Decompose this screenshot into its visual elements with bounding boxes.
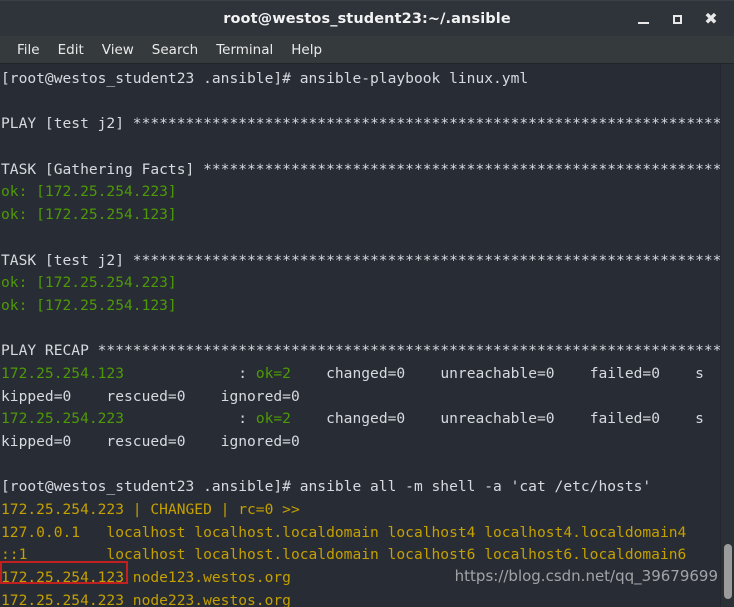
terminal-line: 172.25.254.223 | CHANGED | rc=0 >> bbox=[1, 499, 720, 522]
terminal-text: PLAY RECAP *****************************… bbox=[1, 342, 720, 360]
terminal-line: 172.25.254.123 : ok=2 changed=0 unreacha… bbox=[1, 363, 720, 386]
terminal-line: 172.25.254.223 : ok=2 changed=0 unreacha… bbox=[1, 408, 720, 431]
title-bar: root@westos_student23:~/.ansible ✖ bbox=[0, 0, 734, 36]
window-controls: ✖ bbox=[626, 1, 728, 37]
terminal-text: ok: [172.25.254.223] bbox=[1, 183, 177, 201]
terminal-text: 172.25.254.223 node223.westos.org bbox=[1, 591, 291, 607]
terminal-text: kipped=0 rescued=0 ignored=0 bbox=[1, 433, 300, 450]
terminal-line: 127.0.0.1 localhost localhost.localdomai… bbox=[1, 522, 720, 545]
minimize-button[interactable] bbox=[626, 1, 660, 37]
terminal-line: ok: [172.25.254.223] bbox=[1, 181, 720, 204]
scrollbar-thumb[interactable] bbox=[724, 544, 732, 599]
terminal-text: ok: [172.25.254.223] bbox=[1, 274, 177, 292]
terminal-text: [root@westos_student23 .ansible]# ansibl… bbox=[1, 70, 529, 87]
menu-item-file[interactable]: File bbox=[8, 39, 49, 61]
menu-bar: File Edit View Search Terminal Help bbox=[0, 36, 734, 64]
terminal-line: 172.25.254.223 node223.westos.org bbox=[1, 590, 720, 607]
terminal-line: TASK [Gathering Facts] *****************… bbox=[1, 159, 720, 182]
close-button[interactable]: ✖ bbox=[694, 1, 728, 37]
terminal-text: kipped=0 rescued=0 ignored=0 bbox=[1, 387, 300, 405]
terminal-text: : bbox=[124, 364, 256, 382]
terminal-text: ::1 localhost localhost.localdomain loca… bbox=[1, 546, 687, 564]
maximize-icon bbox=[672, 14, 682, 24]
terminal-text: changed=0 unreachable=0 failed=0 s bbox=[290, 364, 704, 382]
terminal-line: PLAY RECAP *****************************… bbox=[1, 340, 720, 363]
close-icon: ✖ bbox=[704, 9, 718, 28]
window-title: root@westos_student23:~/.ansible bbox=[223, 10, 511, 27]
terminal-window: root@westos_student23:~/.ansible ✖ File … bbox=[0, 0, 734, 607]
terminal-line: ok: [172.25.254.123] bbox=[1, 295, 720, 318]
terminal-line: [root@westos_student23 .ansible]# ansibl… bbox=[1, 476, 720, 499]
terminal-text: ok=2 bbox=[255, 410, 291, 428]
terminal-line: [root@westos_student23 .ansible]# ansibl… bbox=[1, 68, 720, 91]
terminal-screen[interactable]: [root@westos_student23 .ansible]# ansibl… bbox=[0, 64, 720, 607]
terminal-text: 172.25.254.123 bbox=[1, 364, 125, 382]
terminal-text: 172.25.254.223 bbox=[1, 410, 125, 428]
terminal-text: ok: [172.25.254.123] bbox=[1, 296, 177, 314]
terminal-text: TASK [Gathering Facts] *****************… bbox=[1, 160, 720, 178]
terminal-line: TASK [test j2] *************************… bbox=[1, 250, 720, 273]
terminal-text: 172.25.254.123 node123.westos.org bbox=[1, 569, 291, 587]
terminal-line: PLAY [test j2] *************************… bbox=[1, 113, 720, 136]
menu-item-search[interactable]: Search bbox=[143, 39, 207, 61]
terminal-text: [root@westos_student23 .ansible]# ansibl… bbox=[1, 478, 652, 496]
terminal-text: 127.0.0.1 localhost localhost.localdomai… bbox=[1, 523, 687, 541]
menu-item-edit[interactable]: Edit bbox=[49, 39, 93, 61]
terminal-text: ok: [172.25.254.123] bbox=[1, 206, 177, 224]
menu-item-help[interactable]: Help bbox=[282, 39, 331, 61]
terminal-text: changed=0 unreachable=0 failed=0 s bbox=[290, 410, 704, 428]
terminal-line: kipped=0 rescued=0 ignored=0 bbox=[1, 431, 720, 454]
terminal-text: PLAY [test j2] *************************… bbox=[1, 115, 720, 133]
terminal-text: ok=2 bbox=[255, 364, 291, 382]
terminal-line: 172.25.254.123 node123.westos.org bbox=[1, 567, 720, 590]
terminal-line: ok: [172.25.254.123] bbox=[1, 204, 720, 227]
terminal-text: TASK [test j2] *************************… bbox=[1, 251, 720, 269]
minimize-icon bbox=[637, 22, 649, 24]
terminal-line: ::1 localhost localhost.localdomain loca… bbox=[1, 544, 720, 567]
terminal-scrollbar[interactable] bbox=[720, 64, 734, 607]
terminal-line: kipped=0 rescued=0 ignored=0 bbox=[1, 386, 720, 409]
terminal-body[interactable]: [root@westos_student23 .ansible]# ansibl… bbox=[0, 64, 734, 607]
maximize-button[interactable] bbox=[660, 1, 694, 37]
menu-item-view[interactable]: View bbox=[93, 39, 143, 61]
terminal-text: : bbox=[124, 410, 256, 428]
terminal-line: ok: [172.25.254.223] bbox=[1, 272, 720, 295]
menu-item-terminal[interactable]: Terminal bbox=[207, 39, 282, 61]
terminal-text: 172.25.254.223 | CHANGED | rc=0 >> bbox=[1, 501, 300, 519]
